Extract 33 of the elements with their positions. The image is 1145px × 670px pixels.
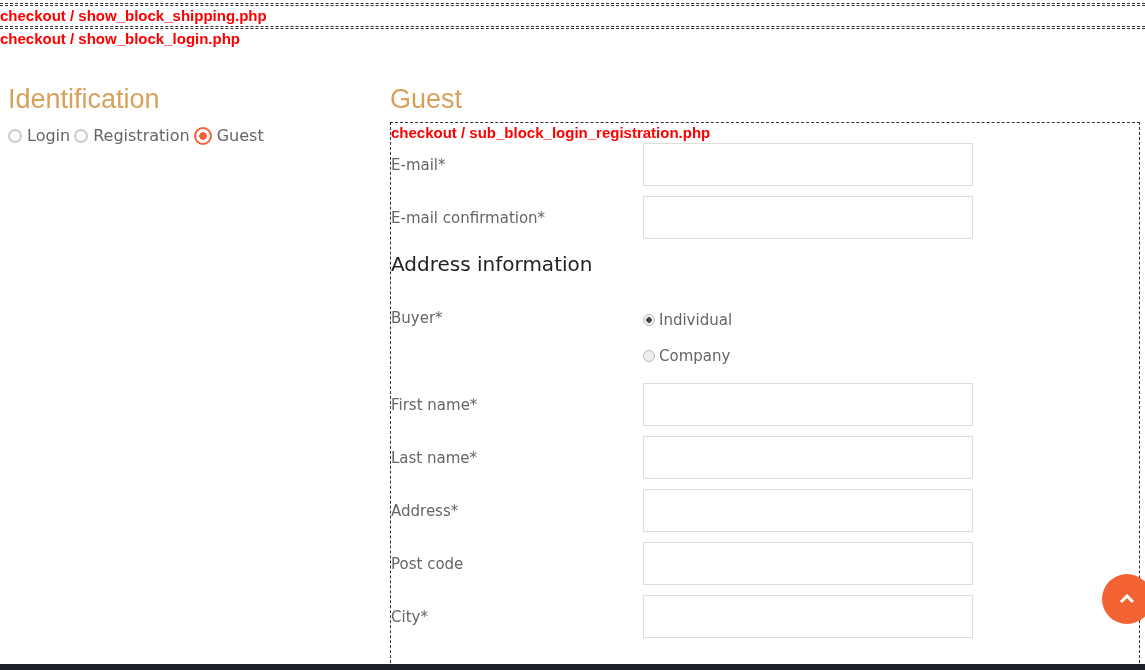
radio-option[interactable]: Registration: [74, 126, 190, 145]
input-field[interactable]: [643, 383, 973, 426]
radio-icon[interactable]: [74, 128, 89, 143]
field-label: E-mail*: [391, 155, 447, 174]
field-label: Last name*: [391, 448, 479, 467]
section-title: Identification: [8, 83, 161, 116]
radio-icon[interactable]: [643, 314, 655, 326]
input-field[interactable]: [643, 489, 973, 532]
radio-option[interactable]: Guest: [193, 126, 264, 145]
radio-icon[interactable]: [8, 128, 22, 143]
input-field[interactable]: [643, 436, 973, 479]
field-label: First name*: [391, 395, 479, 414]
radio-icon[interactable]: [193, 126, 212, 145]
input-field[interactable]: [643, 542, 973, 585]
field-label: E-mail confirmation*: [391, 208, 547, 227]
field-label: Address*: [391, 501, 460, 520]
field-label: Buyer*: [391, 309, 444, 329]
field-label: City*: [391, 607, 429, 626]
input-field[interactable]: [643, 143, 973, 186]
radio-option[interactable]: Login: [8, 126, 71, 145]
field-label: Post code: [391, 554, 465, 573]
radio-icon[interactable]: [643, 350, 655, 362]
debug-path: checkout / show_block_login.php: [0, 29, 242, 49]
radio-option[interactable]: Individual: [643, 309, 733, 331]
input-field[interactable]: [643, 196, 973, 239]
subsection-title: Address information: [391, 251, 594, 278]
radio-option[interactable]: Company: [643, 345, 733, 367]
section-title: Guest: [390, 83, 464, 116]
chevron-up-icon: [1119, 594, 1135, 604]
debug-path: checkout / show_block_shipping.php: [0, 6, 268, 26]
input-field[interactable]: [643, 595, 973, 638]
debug-path: checkout / sub_block_login_registration.php: [391, 123, 712, 143]
scroll-top-button[interactable]: [1102, 574, 1145, 624]
